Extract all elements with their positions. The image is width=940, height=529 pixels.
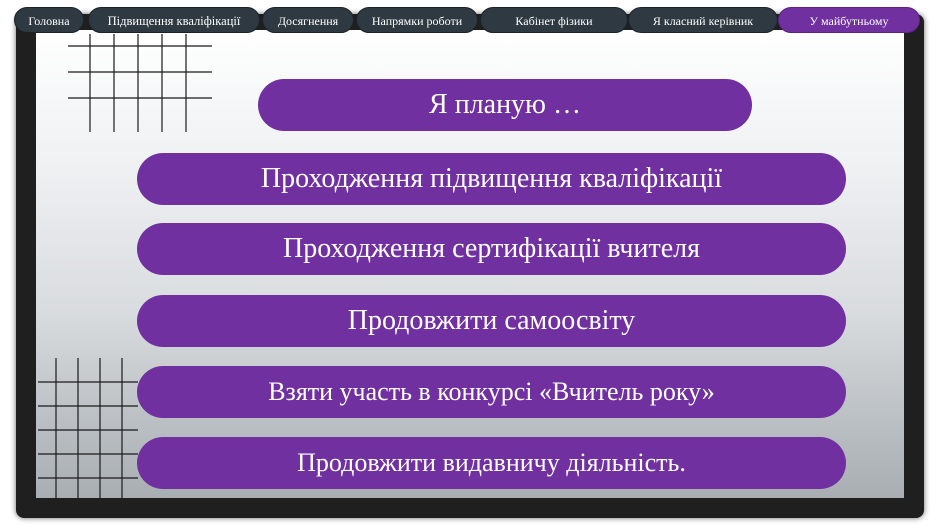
tab-class-teacher[interactable]: Я класний керівник	[628, 7, 778, 33]
tab-future[interactable]: У майбутньому	[778, 7, 920, 33]
decorative-grid-bottom	[38, 358, 138, 498]
plan-item: Проходження підвищення кваліфікації	[137, 153, 846, 205]
plan-item: Продовжити видавничу діяльність.	[137, 437, 846, 489]
plan-item: Продовжити самоосвіту	[137, 295, 846, 347]
plan-item: Проходження сертифікації вчителя	[137, 223, 846, 275]
tab-physics-cabinet[interactable]: Кабінет фізики	[480, 7, 628, 33]
decorative-grid-top	[66, 34, 212, 132]
plan-item: Взяти участь в конкурсі «Вчитель року»	[137, 366, 846, 418]
tab-home[interactable]: Головна	[14, 7, 84, 33]
tab-work-directions[interactable]: Напрямки роботи	[356, 7, 478, 33]
top-navigation: Головна Підвищення кваліфікації Досягнен…	[14, 7, 922, 33]
plans-heading: Я планую …	[258, 79, 752, 131]
tab-qualification[interactable]: Підвищення кваліфікації	[88, 7, 260, 33]
tab-achievements[interactable]: Досягнення	[262, 7, 354, 33]
